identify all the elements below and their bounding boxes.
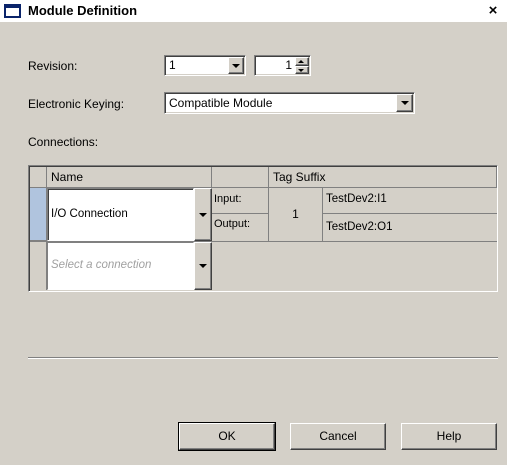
input-tag-cell[interactable]: TestDev2:I1 [323, 188, 497, 214]
column-header-tag-suffix[interactable]: Tag Suffix [269, 167, 497, 188]
column-header-tag-suffix-text: Tag Suffix [273, 170, 326, 184]
electronic-keying-select[interactable]: Compatible Module [164, 92, 415, 114]
column-header-name[interactable]: Name [47, 167, 212, 188]
output-label: Output: [214, 218, 251, 230]
connections-label: Connections: [28, 135, 99, 149]
new-row-selector[interactable] [30, 242, 47, 290]
revision-major-select[interactable]: 1 [164, 55, 246, 76]
help-button[interactable]: Help [401, 423, 497, 450]
revision-minor-spinner[interactable]: 1 [254, 55, 311, 76]
row-header-corner [30, 167, 47, 188]
spinner-down-button[interactable] [295, 66, 309, 74]
revision-major-value: 1 [169, 58, 176, 72]
electronic-keying-label: Electronic Keying: [28, 97, 125, 111]
connection-name-value: I/O Connection [51, 208, 128, 220]
rpi-cell[interactable]: 1 [269, 188, 323, 241]
input-label: Input: [214, 193, 242, 205]
revision-minor-value: 1 [285, 58, 292, 72]
cancel-button[interactable]: Cancel [290, 423, 386, 450]
separator [28, 357, 498, 359]
new-connection-name-cell[interactable]: Select a connection [47, 242, 194, 290]
connection-name-dropdown-button[interactable] [194, 188, 212, 241]
window-title: Module Definition [28, 3, 138, 18]
io-divider [212, 213, 269, 214]
io-labels-cell: Input: Output: [212, 188, 269, 241]
revision-major-dropdown-button[interactable] [228, 57, 244, 74]
title-bar: Module Definition × [0, 0, 507, 22]
window-icon [4, 4, 21, 18]
connections-grid: Name Tag Suffix I/O Connection Input: Ou… [28, 165, 498, 292]
output-tag-value: TestDev2:O1 [326, 221, 393, 233]
column-header-name-text: Name [51, 170, 84, 184]
chevron-down-icon [232, 64, 240, 68]
row-selector[interactable] [30, 188, 47, 241]
chevron-down-icon [199, 213, 207, 217]
chevron-down-icon [298, 69, 304, 72]
close-icon[interactable]: × [483, 2, 503, 20]
new-connection-placeholder: Select a connection [51, 259, 152, 271]
new-row-empty-cells [212, 242, 497, 290]
ok-button[interactable]: OK [178, 422, 276, 451]
connection-name-cell[interactable]: I/O Connection [47, 188, 194, 241]
chevron-up-icon [298, 60, 304, 63]
rpi-value: 1 [292, 207, 299, 221]
new-connection-dropdown-button[interactable] [194, 242, 212, 290]
spinner-up-button[interactable] [295, 57, 309, 66]
chevron-down-icon [401, 101, 409, 105]
input-tag-value: TestDev2:I1 [326, 193, 387, 205]
output-tag-cell[interactable]: TestDev2:O1 [323, 214, 497, 241]
electronic-keying-value: Compatible Module [169, 96, 273, 110]
revision-label: Revision: [28, 59, 78, 73]
column-header-rpi[interactable] [212, 167, 269, 188]
electronic-keying-dropdown-button[interactable] [396, 94, 413, 112]
chevron-down-icon [199, 264, 207, 268]
